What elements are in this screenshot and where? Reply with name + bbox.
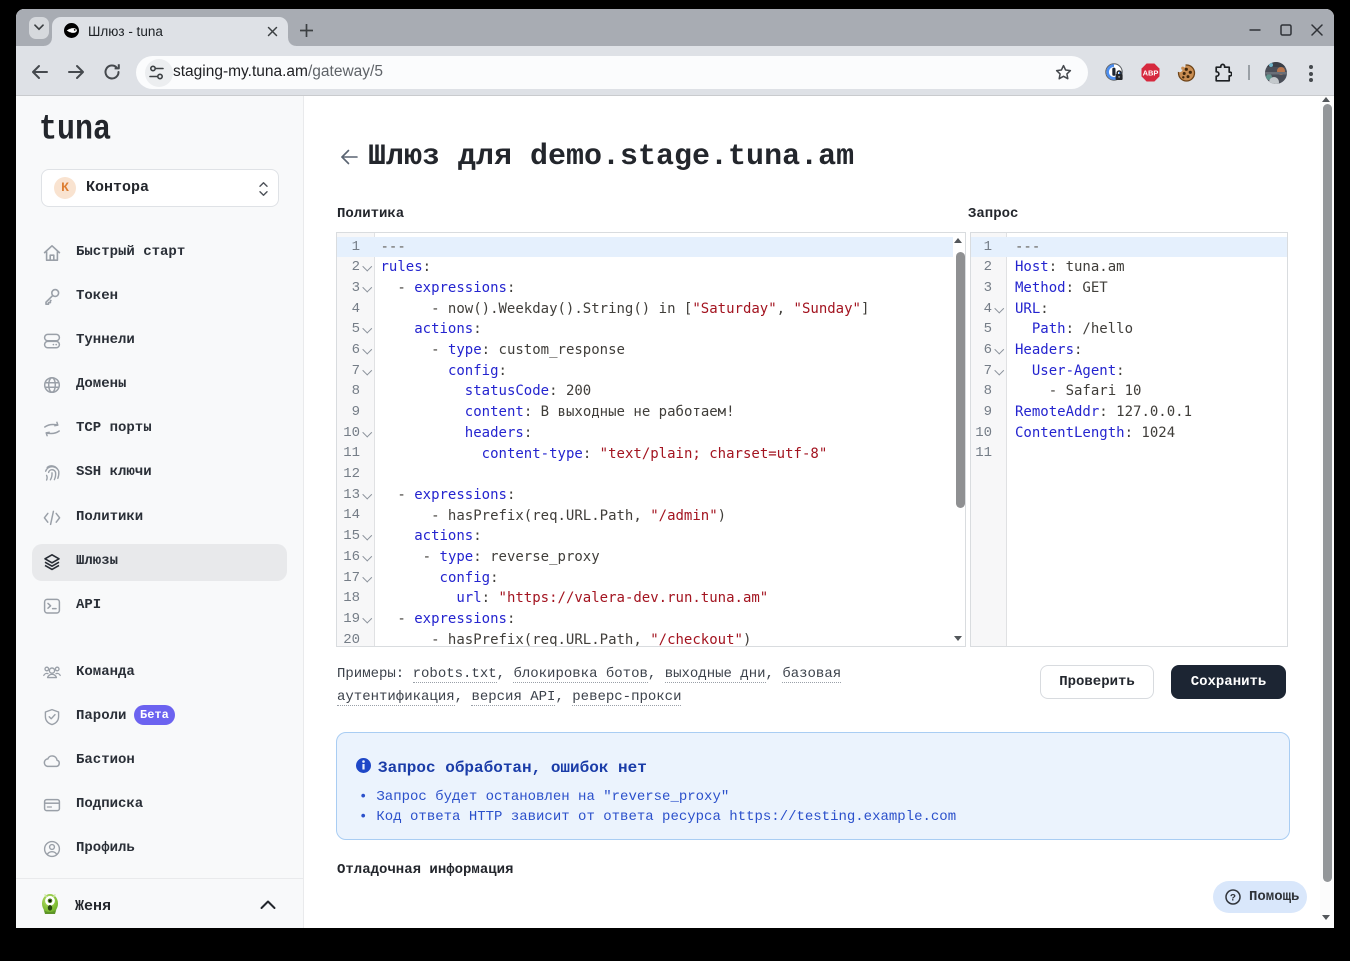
svg-text:ABP: ABP: [1143, 69, 1159, 78]
svg-text:?: ?: [1230, 894, 1236, 905]
